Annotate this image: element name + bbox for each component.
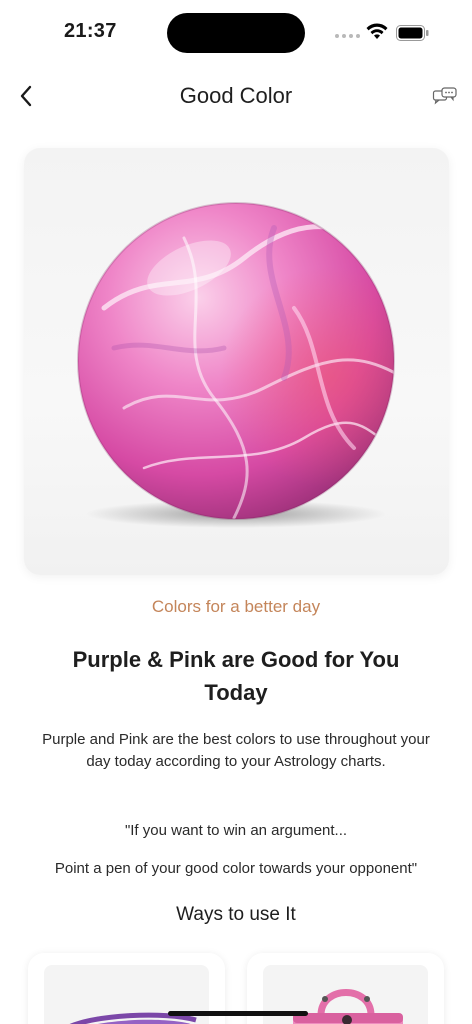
quote-line-2: Point a pen of your good color towards y… [54, 860, 418, 877]
nav-bar: Good Color [0, 70, 472, 124]
pink-marble-sphere-image [77, 202, 395, 528]
home-indicator[interactable] [168, 1011, 308, 1016]
status-time: 21:37 [64, 20, 117, 42]
description-text: Purple and Pink are the best colors to u… [42, 731, 430, 770]
wifi-icon [366, 23, 388, 39]
cellular-signal-icon [335, 34, 360, 38]
battery-icon [396, 25, 429, 41]
chat-bubbles-icon[interactable] [432, 86, 458, 108]
dynamic-island [167, 13, 305, 53]
status-bar: 21:37 [0, 0, 472, 62]
page-title: Good Color [179, 83, 293, 108]
hero-image-card [24, 148, 449, 575]
headline: Purple & Pink are Good for You Today [72, 647, 400, 705]
quote-line-1: "If you want to win an argument... [124, 822, 348, 839]
section-title: Ways to use It [176, 904, 296, 925]
subtitle: Colors for a better day [151, 597, 321, 616]
